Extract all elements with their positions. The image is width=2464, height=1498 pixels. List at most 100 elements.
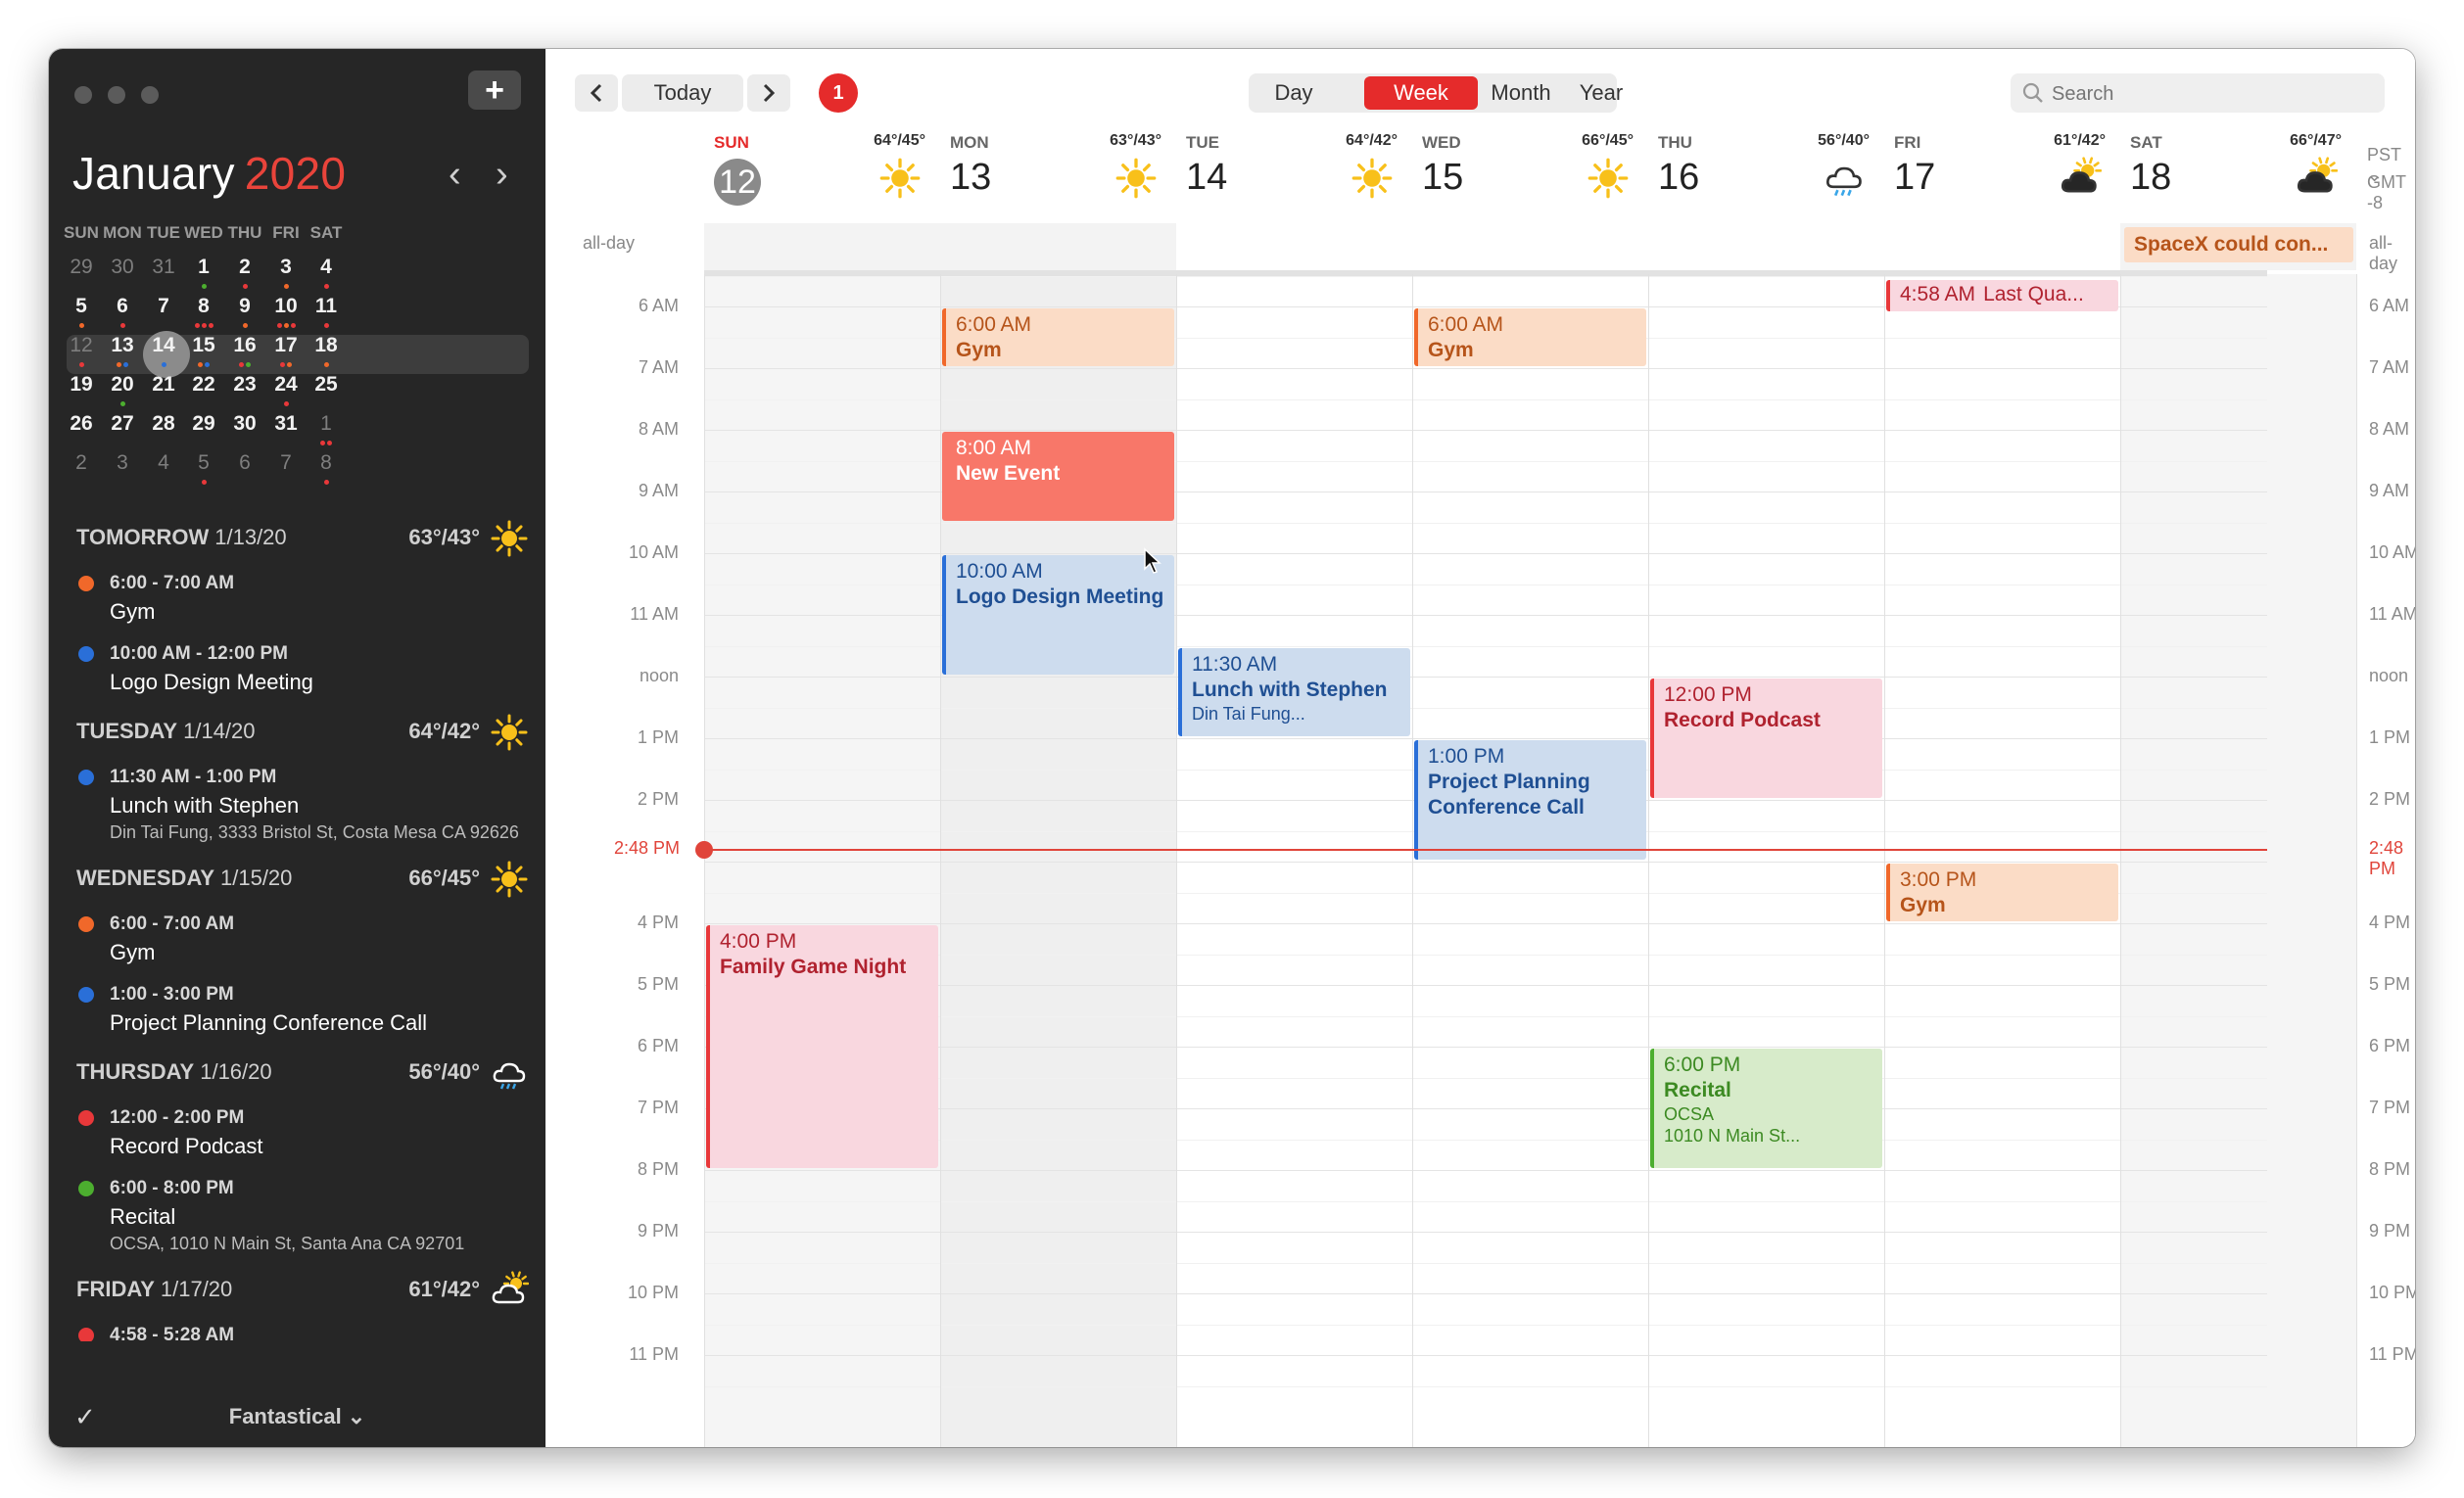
calendar-event[interactable]: 8:00 AM New Event [942,432,1174,521]
all-day-event-spacex[interactable]: SpaceX could con... [2124,227,2353,262]
half-hour-gridline [704,707,2267,709]
half-hour-gridline [704,645,2267,647]
event-dot [280,362,285,367]
agenda-event[interactable]: 4:58 - 5:28 AMLast Quarter Moon [76,1322,529,1341]
chevron-right-icon [763,83,776,103]
event-name: Gym [956,339,1002,361]
hour-label-left: 1 PM [637,727,679,747]
mini-day-cell[interactable]: 1 [297,408,355,447]
half-hour-gridline [704,1385,2267,1387]
calendar-event[interactable]: 10:00 AM Logo Design Meeting [942,555,1174,675]
event-time: 4:00 PM [720,930,797,953]
agenda-event[interactable]: 6:00 - 7:00 AM Gym [76,911,529,967]
day-column-header[interactable]: SUN 12 64°/45° [704,127,939,225]
today-button[interactable]: Today [622,74,743,112]
hour-label-right: 4 PM [2369,913,2411,932]
agenda-event[interactable]: 6:00 - 8:00 PM Recital OCSA, 1010 N Main S… [76,1175,529,1255]
calendar-set-selector[interactable]: Fantastical ⌄ [49,1404,545,1429]
event-name: Gym [1900,894,1946,916]
view-year-tab[interactable]: Year [1564,76,1638,110]
day-column-header[interactable]: FRI 17 61°/42° [1884,127,2119,225]
day-temperature: 64°/42° [1346,132,1398,149]
day-of-week-label: WED [1422,133,1461,152]
event-dot [201,480,207,485]
hour-label-right: 11 PM [2369,1344,2415,1364]
calendar-event[interactable]: 11:30 AM Lunch with Stephen Din Tai Fung..… [1178,647,1410,736]
event-dot [287,362,292,367]
search-input[interactable] [2050,79,2367,109]
sun-icon [1350,157,1394,200]
calendar-event[interactable]: 3:00 PM Gym [1886,864,2118,921]
agenda-event[interactable]: 1:00 - 3:00 PM Project Planning Conferenc… [76,981,529,1038]
day-column-divider [704,274,705,1447]
calendar-event[interactable]: 4:00 PM Family Game Night [706,925,938,1168]
agenda-event[interactable]: 12:00 - 2:00 PM Record Podcast [76,1104,529,1161]
mini-day-number: 6 [239,451,251,474]
day-column-header[interactable]: SAT 18 66°/47° [2120,127,2355,225]
mini-prev-month-icon[interactable]: ‹ [449,155,461,194]
mini-day-cell[interactable]: 25 [297,369,355,408]
view-month-tab[interactable]: Month [1480,76,1562,110]
mini-day-cell[interactable]: 18 [297,330,355,369]
event-time: 6:00 AM [956,313,1032,336]
calendar-event[interactable]: 12:00 PM Record Podcast [1650,679,1882,798]
half-hour-gridline [704,1200,2267,1202]
mini-day-number: 30 [233,412,257,435]
hour-label-left: 9 PM [637,1221,679,1241]
agenda-event[interactable]: 11:30 AM - 1:00 PM Lunch with Stephen Din … [76,764,529,844]
hour-label-left: 9 AM [638,481,679,500]
agenda-temperature: 64°/42° [408,719,480,743]
event-dot [161,362,166,367]
agenda-event-location: OCSA, 1010 N Main St, Santa Ana CA 92701 [110,1234,465,1253]
calendar-event[interactable]: 6:00 AM Gym [1414,308,1646,366]
agenda-event[interactable]: 6:00 - 7:00 AM Gym [76,570,529,627]
add-event-button[interactable]: + [468,70,521,110]
minimize-window-button[interactable] [108,86,125,104]
prev-week-button[interactable] [575,74,618,112]
hour-gridline [704,1232,2267,1233]
search-box[interactable] [2011,73,2385,113]
day-column-header[interactable]: MON 13 63°/43° [940,127,1175,225]
event-time: 4:58 AM [1900,283,1976,305]
event-dot [194,323,200,328]
notification-badge[interactable]: 1 [819,73,858,113]
mini-next-month-icon[interactable]: › [496,155,508,194]
hour-label-right: 11 AM [2369,604,2415,624]
sun-icon [1114,157,1158,200]
agenda-day-date: 1/14/20 [183,719,256,743]
mini-day-number: 29 [70,256,93,278]
agenda-day-name: FRIDAY 1/17/20 [76,1277,232,1302]
sun-icon [490,860,529,899]
day-column-header[interactable]: WED 15 66°/45° [1412,127,1647,225]
mini-day-number: 30 [111,256,134,278]
calendar-color-dot [78,646,94,662]
calendar-event[interactable]: 6:00 PM Recital OCSA 1010 N Main St... [1650,1049,1882,1168]
mini-day-number: 7 [280,451,292,474]
agenda-event[interactable]: 10:00 AM - 12:00 PM Logo Design Meeting [76,640,529,697]
hour-label-right: 2 PM [2369,789,2411,809]
agenda-day-header: TOMORROW 1/13/20 63°/43° [76,517,529,570]
event-dot [320,441,325,445]
mini-day-cell[interactable]: 8 [297,447,355,487]
view-week-tab[interactable]: Week [1364,76,1478,110]
mini-day-cell[interactable]: 4 [297,252,355,291]
next-week-button[interactable] [747,74,790,112]
calendar-event[interactable]: 4:58 AM Last Qua... [1886,280,2118,311]
hour-label-right: 7 AM [2369,357,2410,377]
day-column-header[interactable]: THU 16 56°/40° [1648,127,1883,225]
mini-day-number: 13 [111,334,134,356]
hour-gridline [704,862,2267,863]
zoom-window-button[interactable] [141,86,159,104]
calendar-event[interactable]: 1:00 PM Project Planning Conference Call [1414,740,1646,860]
hour-gridline [704,1170,2267,1171]
day-column-header[interactable]: TUE 14 64°/42° [1176,127,1411,225]
view-switcher: Day Week Month Year [1249,73,1623,113]
close-window-button[interactable] [74,86,92,104]
event-dot [201,323,207,328]
mini-day-cell[interactable]: 11 [297,291,355,330]
calendar-event[interactable]: 6:00 AM Gym [942,308,1174,366]
event-time: 6:00 PM [1664,1053,1741,1076]
partly-cloudy-icon [2295,157,2339,200]
view-day-tab[interactable]: Day [1253,76,1335,110]
all-day-label-left: all-day [583,233,636,253]
